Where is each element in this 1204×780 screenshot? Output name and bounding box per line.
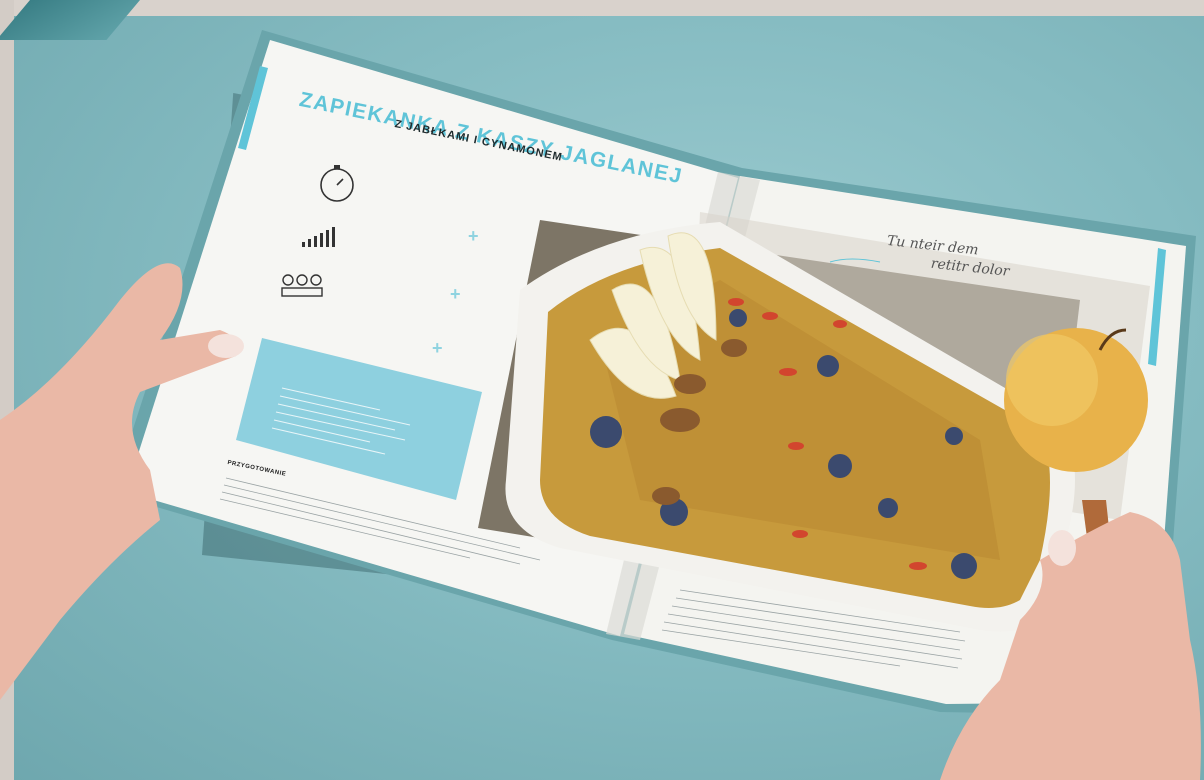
stopwatch-icon (320, 165, 354, 202)
servings-icon (281, 274, 323, 297)
apple-highlight (1006, 334, 1098, 426)
plus-icon: + (468, 226, 479, 246)
plus-icon: + (450, 284, 461, 304)
photo-scene: ZAPIEKANKA Z KASZY JAGLANEJ Z JABŁKAMI I… (0, 0, 1204, 780)
signal-bars-icon (302, 227, 335, 247)
open-book (0, 30, 1201, 780)
right-thumbnail (1048, 530, 1076, 566)
left-thumbnail (208, 334, 244, 358)
plus-icon: + (432, 338, 443, 358)
